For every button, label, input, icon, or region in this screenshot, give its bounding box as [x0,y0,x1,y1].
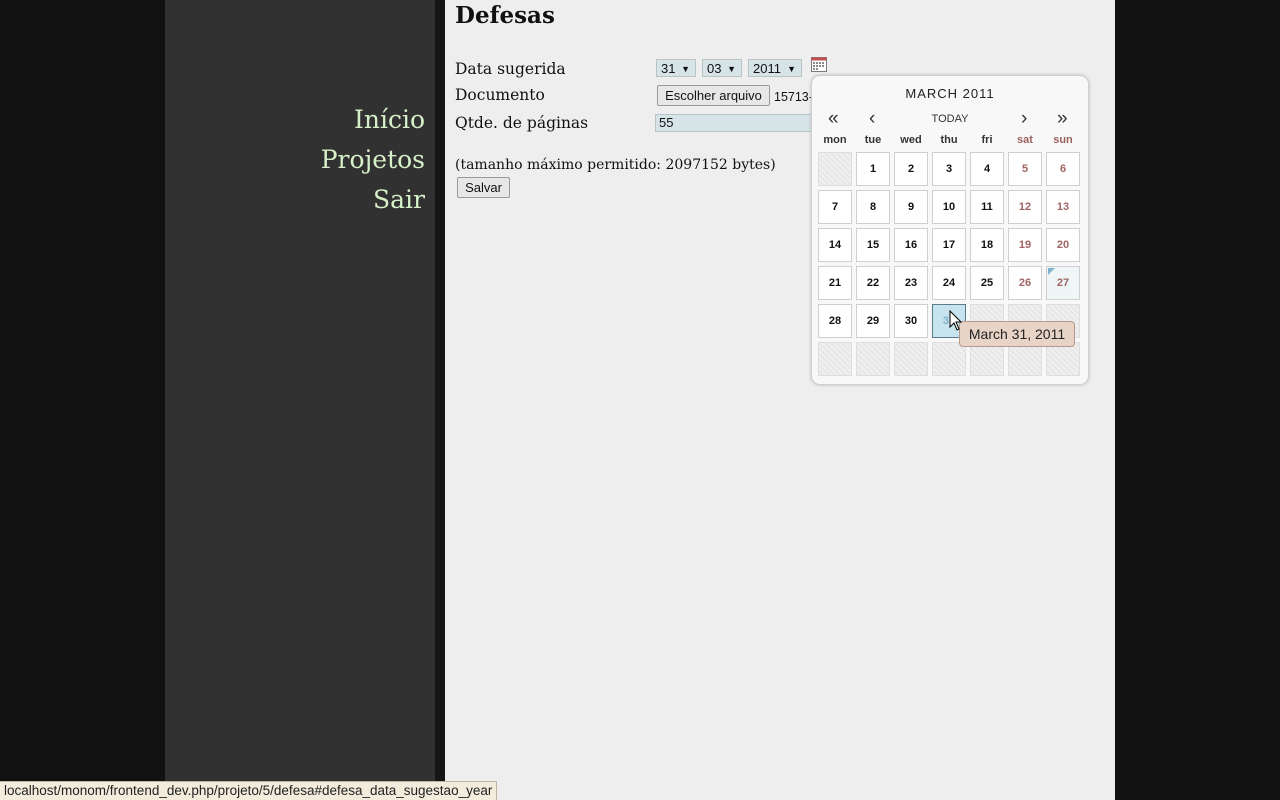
month-select-value: 03 [707,61,722,76]
calendar-day-19[interactable]: 19 [1008,228,1042,262]
date-tooltip: March 31, 2011 [959,321,1075,347]
file-name: 15713- [774,90,813,104]
calendar-day-8[interactable]: 8 [856,190,890,224]
calendar-day-10[interactable]: 10 [932,190,966,224]
today-button[interactable]: TODAY [922,113,978,125]
pages-label: Qtde. de páginas [455,114,589,132]
calendar-day-7[interactable]: 7 [818,190,852,224]
choose-file-button[interactable]: Escolher arquivo [657,85,770,106]
day-select[interactable]: 31 ▼ [656,59,696,77]
calendar-day-14[interactable]: 14 [818,228,852,262]
main-nav: Início Projetos Sair [321,100,425,220]
date-label: Data sugerida [455,60,566,78]
calendar-day-empty [818,152,852,186]
calendar-day-empty [856,342,890,376]
calendar-day-empty [970,342,1004,376]
calendar-day-13[interactable]: 13 [1046,190,1080,224]
calendar-day-empty [1046,342,1080,376]
nav-link-inicio[interactable]: Início [321,100,425,140]
calendar-day-17[interactable]: 17 [932,228,966,262]
document-label: Documento [455,86,545,104]
weekday-header-mon: mon [823,134,847,146]
weekday-header-wed: wed [900,134,922,146]
chevron-down-icon: ▼ [787,64,796,74]
size-note: (tamanho máximo permitido: 2097152 bytes… [455,157,776,173]
weekday-header-sun: sun [1053,134,1073,146]
calendar-day-20[interactable]: 20 [1046,228,1080,262]
calendar-day-11[interactable]: 11 [970,190,1004,224]
calendar-day-23[interactable]: 23 [894,266,928,300]
next-year-button[interactable]: » [1057,108,1068,130]
weekday-header-tue: tue [864,134,882,146]
year-select[interactable]: 2011 ▼ [748,59,802,77]
weekday-header-fri: fri [981,134,993,146]
chevron-down-icon: ▼ [681,64,690,74]
calendar-day-24[interactable]: 24 [932,266,966,300]
month-select[interactable]: 03 ▼ [702,59,742,77]
calendar-day-21[interactable]: 21 [818,266,852,300]
weekday-header-sat: sat [1017,134,1033,146]
day-select-value: 31 [661,61,676,76]
calendar-month-title: MARCH 2011 [905,86,995,101]
pages-input[interactable]: 55 [655,114,825,132]
save-button[interactable]: Salvar [457,177,510,198]
mouse-pointer-icon [949,310,963,331]
calendar-day-18[interactable]: 18 [970,228,1004,262]
sidebar: Início Projetos Sair [165,0,435,800]
calendar-day-26[interactable]: 26 [1008,266,1042,300]
calendar-day-4[interactable]: 4 [970,152,1004,186]
calendar-day-15[interactable]: 15 [856,228,890,262]
calendar-day-16[interactable]: 16 [894,228,928,262]
weekday-header-thu: thu [940,134,958,146]
calendar-day-1[interactable]: 1 [856,152,890,186]
calendar-day-29[interactable]: 29 [856,304,890,338]
calendar-day-28[interactable]: 28 [818,304,852,338]
calendar-day-30[interactable]: 30 [894,304,928,338]
next-month-button[interactable]: › [1021,108,1027,130]
calendar-day-empty [1008,342,1042,376]
calendar-day-12[interactable]: 12 [1008,190,1042,224]
chevron-down-icon: ▼ [727,64,736,74]
calendar-day-25[interactable]: 25 [970,266,1004,300]
calendar-day-5[interactable]: 5 [1008,152,1042,186]
sidebar-divider [435,0,445,800]
prev-year-button[interactable]: « [828,108,839,130]
calendar-day-3[interactable]: 3 [932,152,966,186]
calendar-day-6[interactable]: 6 [1046,152,1080,186]
calendar-day-9[interactable]: 9 [894,190,928,224]
nav-link-sair[interactable]: Sair [321,180,425,220]
calendar-day-22[interactable]: 22 [856,266,890,300]
calendar-icon[interactable] [811,57,827,72]
calendar-day-empty [932,342,966,376]
calendar-day-empty [818,342,852,376]
calendar-day-2[interactable]: 2 [894,152,928,186]
year-select-value: 2011 [753,61,781,76]
status-bar-url: localhost/monom/frontend_dev.php/projeto… [0,781,498,800]
page-title: Defesas [455,2,555,29]
calendar-day-27[interactable]: 27 [1046,266,1080,300]
prev-month-button[interactable]: ‹ [869,108,875,130]
calendar-day-empty [894,342,928,376]
nav-link-projetos[interactable]: Projetos [321,140,425,180]
